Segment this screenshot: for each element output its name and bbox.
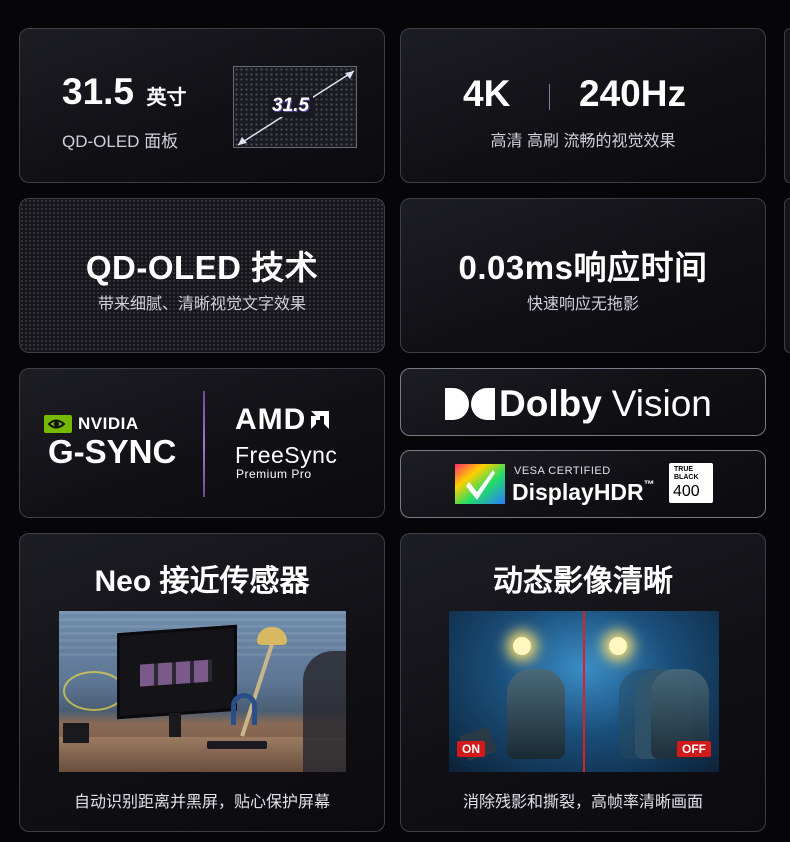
nvidia-brand: NVIDIA: [78, 414, 139, 433]
response-title: 0.03ms响应时间: [458, 249, 708, 286]
sensor-description: 自动识别距离并黑屏，贴心保护屏幕: [73, 794, 330, 811]
amd-logo: AMD: [235, 403, 331, 437]
black-label: BLACK: [674, 474, 699, 481]
person-silhouette: [303, 651, 346, 772]
on-badge: ON: [457, 741, 485, 757]
muzzle-flash-right: [609, 637, 627, 655]
motion-clarity-card: 动态影像清晰 ON OFF 消除残影和撕裂，高帧率清晰画面: [400, 533, 766, 832]
proximity-sensor-card: Neo 接近传感器 自动识别距离并黑屏，贴心保护屏幕: [19, 533, 385, 832]
sensor-photo: [59, 611, 346, 772]
sketch-drawing: [63, 671, 125, 711]
freesync-tier: Premium Pro: [236, 467, 312, 481]
dolby-brand: Dolby: [499, 383, 602, 424]
character-left: [507, 669, 565, 759]
resolution-description: 高清 高刷 流畅的视觉效果: [490, 133, 676, 150]
speaker-left: [63, 723, 89, 743]
headphones: [231, 693, 257, 725]
resolution-divider: [549, 84, 550, 110]
response-description: 快速响应无拖影: [526, 296, 639, 313]
tech-title: QD-OLED 技术: [85, 249, 319, 286]
amd-arrow-icon: [311, 411, 330, 429]
panel-size-card: 31.5 英寸 QD-OLED 面板 31.5: [19, 28, 385, 183]
refresh-rate-value: 240Hz: [579, 73, 686, 114]
vesa-color-icon: [455, 464, 505, 504]
response-time-card: 0.03ms响应时间 快速响应无拖影: [400, 198, 766, 353]
displayhdr-card: VESA CERTIFIED DisplayHDR™ TRUE BLACK 40…: [400, 450, 766, 518]
freesync-label: FreeSync: [235, 442, 338, 468]
true-label: TRUE: [674, 466, 694, 473]
sync-card: NVIDIA G-SYNC AMD FreeSync Premium Pro: [19, 368, 385, 518]
true-black-badge: TRUE BLACK 400: [669, 463, 713, 503]
resolution-value: 4K: [463, 73, 511, 114]
tech-description: 带来细腻、清晰视觉文字效果: [97, 296, 306, 313]
nvidia-eye-icon: [44, 415, 72, 433]
qd-oled-tech-card: QD-OLED 技术 带来细腻、清晰视觉文字效果: [19, 198, 385, 353]
muzzle-flash-left: [513, 637, 531, 655]
sensor-title: Neo 接近传感器: [94, 565, 310, 598]
sync-divider: [203, 391, 205, 497]
dolby-product: Vision: [611, 383, 712, 424]
panel-type-label: QD-OLED 面板: [62, 132, 179, 151]
edge-card-1: [784, 28, 790, 183]
dolby-logo: Dolby Vision: [445, 383, 712, 425]
amd-brand: AMD: [235, 403, 307, 436]
monitor-shape: [117, 624, 237, 720]
motion-title: 动态影像清晰: [493, 565, 673, 598]
trademark-mark: ™: [643, 479, 655, 491]
screen-illustration: 31.5: [233, 66, 357, 148]
resolution-card: 4K 240Hz 高清 高刷 流畅的视觉效果: [400, 28, 766, 183]
off-badge: OFF: [677, 741, 711, 757]
edge-card-2: [784, 198, 790, 353]
displayhdr-name: DisplayHDR™: [512, 479, 655, 506]
dolby-double-d-icon: [445, 388, 495, 420]
gsync-label: G-SYNC: [48, 433, 177, 470]
keyboard: [207, 741, 267, 749]
displayhdr-text: DisplayHDR: [512, 479, 644, 505]
screen-size-label: 31.5: [268, 95, 313, 117]
nvidia-logo: NVIDIA: [44, 414, 139, 434]
motion-comparison-image: ON OFF: [449, 611, 719, 772]
size-value: 31.5: [62, 71, 135, 112]
size-unit: 英寸: [146, 87, 187, 109]
motion-description: 消除残影和撕裂，高帧率清晰画面: [462, 794, 703, 811]
dolby-vision-card: Dolby Vision: [400, 368, 766, 436]
hdr-level: 400: [673, 483, 700, 500]
panel-size-heading: 31.5 英寸: [62, 71, 186, 113]
monitor-screen-content: [140, 659, 212, 687]
vesa-certified-label: VESA CERTIFIED: [514, 465, 611, 477]
